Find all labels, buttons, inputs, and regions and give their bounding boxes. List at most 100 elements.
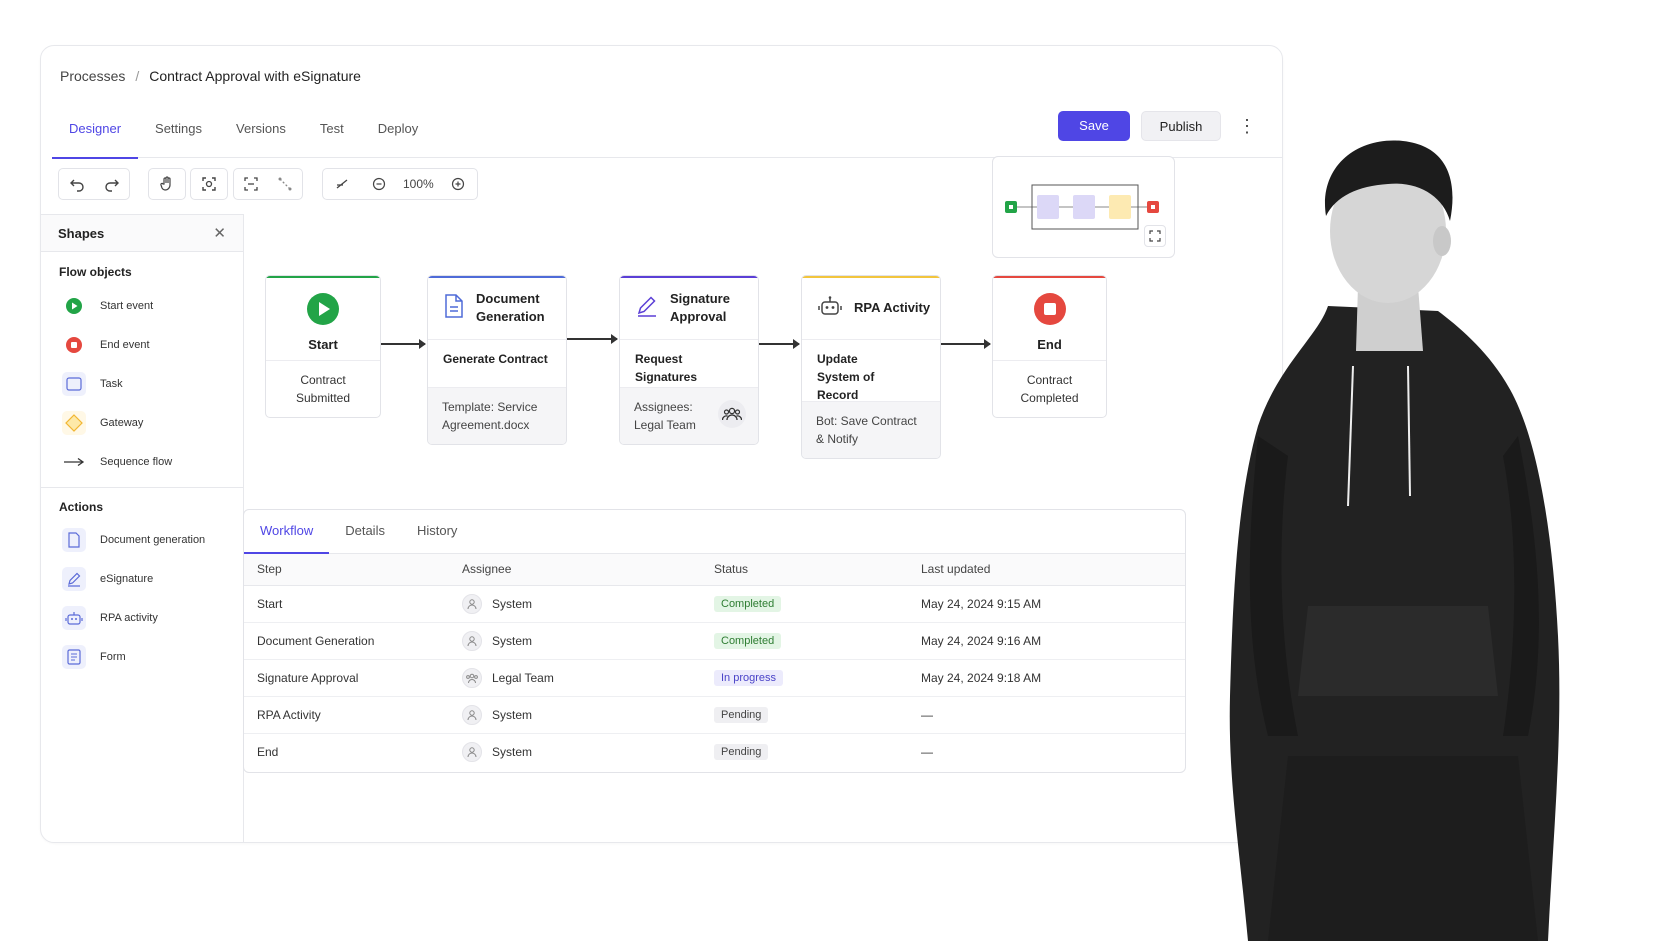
tab-designer[interactable]: Designer: [52, 112, 139, 159]
step-cell: Document Generation: [244, 622, 462, 660]
tab-settings[interactable]: Settings: [138, 112, 219, 158]
sidebar-item-gateway[interactable]: Gateway: [41, 403, 243, 442]
sidebar-item-label: Start event: [100, 299, 154, 312]
team-icon: [718, 400, 746, 428]
sidebar-item-sequence-flow[interactable]: Sequence flow: [41, 442, 243, 481]
document-icon: [444, 294, 464, 321]
start-icon: [266, 276, 380, 326]
pen-icon: [62, 566, 86, 591]
sidebar-item-rpa-activity[interactable]: RPA activity: [41, 598, 243, 637]
status-badge: Pending: [714, 743, 769, 760]
stop-icon: [993, 276, 1106, 326]
table-row[interactable]: Signature Approval Legal Team In progres…: [244, 659, 1185, 697]
tab-deploy[interactable]: Deploy: [361, 112, 435, 158]
node-body: Contract Completed: [1020, 373, 1079, 405]
step-cell: End: [257, 744, 279, 759]
table-row[interactable]: End System Pending —: [244, 733, 1185, 770]
history-tool-group: [58, 168, 130, 200]
node-header: RPA Activity: [802, 276, 940, 340]
node-document-generation[interactable]: Document Generation Generate Contract Te…: [427, 275, 567, 445]
node-title: Signature Approval: [670, 290, 730, 324]
sidebar-item-label: RPA activity: [100, 611, 158, 624]
node-end[interactable]: End Contract Completed: [992, 275, 1107, 418]
breadcrumb-processes-link[interactable]: Processes: [60, 68, 125, 84]
node-header: Document Generation: [428, 276, 566, 340]
sequence-flow-arrow[interactable]: [567, 334, 618, 344]
connector-icon[interactable]: [268, 169, 302, 199]
node-body: Update System of Record: [817, 352, 875, 402]
expand-icon[interactable]: [1144, 225, 1166, 247]
sequence-flow-arrow[interactable]: [381, 339, 426, 349]
table-row[interactable]: RPA Activity System Pending —: [244, 696, 1185, 734]
assignee-name: System: [492, 707, 533, 722]
workflow-table: Step Assignee Status Last updated Start …: [244, 554, 1185, 770]
sidebar-item-document-generation[interactable]: Document generation: [41, 520, 243, 559]
node-accent-bar: [993, 276, 1106, 278]
undo-icon[interactable]: [59, 169, 94, 199]
assignee-cell: System: [462, 704, 714, 725]
node-title: End: [1037, 336, 1062, 352]
column-header-last-updated[interactable]: Last updated: [921, 554, 1185, 586]
node-accent-bar: [428, 276, 566, 278]
sequence-flow-arrow[interactable]: [941, 339, 991, 349]
panel-tabs: Workflow Details History: [244, 510, 1185, 554]
sidebar-item-label: eSignature: [100, 572, 154, 585]
sidebar-item-task[interactable]: Task: [41, 364, 243, 403]
node-rpa-activity[interactable]: RPA Activity Update System of Record Bot…: [801, 275, 941, 459]
sidebar-header: Shapes ✕: [41, 214, 243, 252]
sidebar-item-start-event[interactable]: Start event: [41, 286, 243, 325]
close-icon[interactable]: ✕: [213, 224, 226, 242]
assignee-cell: System: [462, 593, 714, 614]
column-header-status[interactable]: Status: [714, 554, 921, 586]
node-footer: Bot: Save Contract & Notify: [802, 401, 940, 458]
last-updated-cell: —: [921, 696, 1185, 734]
select-frame-icon[interactable]: [234, 169, 268, 199]
tab-versions[interactable]: Versions: [219, 112, 303, 158]
publish-button[interactable]: Publish: [1141, 111, 1221, 141]
zoom-tool-group: 100%: [322, 168, 478, 200]
hand-icon[interactable]: [149, 169, 185, 199]
column-header-assignee[interactable]: Assignee: [462, 554, 714, 586]
sidebar-item-label: Form: [100, 650, 126, 663]
table-row[interactable]: Start System Completed May 24, 2024 9:15…: [244, 585, 1185, 623]
document-icon: [62, 527, 86, 552]
line-tool-icon[interactable]: [323, 169, 360, 199]
tab-workflow[interactable]: Workflow: [244, 510, 330, 554]
node-body: Request Signatures: [635, 352, 698, 384]
assignee-name: System: [492, 596, 533, 611]
arrow-right-icon: [62, 450, 86, 474]
node-accent-bar: [266, 276, 380, 278]
user-avatar-icon: [462, 704, 482, 725]
tab-details[interactable]: Details: [329, 510, 401, 553]
sequence-flow-arrow[interactable]: [759, 339, 800, 349]
minimap[interactable]: [992, 156, 1175, 258]
breadcrumb-separator: /: [135, 68, 140, 84]
hand-tool-group: [148, 168, 186, 200]
sidebar-item-form[interactable]: Form: [41, 637, 243, 676]
zoom-level[interactable]: 100%: [397, 177, 440, 191]
last-updated-cell: —: [921, 744, 933, 759]
redo-icon[interactable]: [94, 169, 129, 199]
tab-history[interactable]: History: [401, 510, 473, 553]
step-cell: RPA Activity: [244, 696, 462, 734]
zoom-in-icon[interactable]: [440, 169, 477, 199]
sidebar-title: Shapes: [58, 225, 105, 241]
sidebar-item-esignature[interactable]: eSignature: [41, 559, 243, 598]
save-button[interactable]: Save: [1058, 111, 1130, 141]
table-header-row: Step Assignee Status Last updated: [244, 554, 1185, 586]
node-signature-approval[interactable]: Signature Approval Request Signatures As…: [619, 275, 759, 445]
gateway-icon: [62, 410, 86, 435]
sidebar-item-end-event[interactable]: End event: [41, 325, 243, 364]
sidebar-item-label: End event: [100, 338, 150, 351]
node-start[interactable]: Start Contract Submitted: [265, 275, 381, 418]
zoom-out-icon[interactable]: [360, 169, 397, 199]
section-actions: Actions: [59, 500, 104, 514]
tab-test[interactable]: Test: [303, 112, 361, 158]
sidebar-item-label: Sequence flow: [100, 455, 173, 468]
column-header-step[interactable]: Step: [244, 554, 462, 586]
table-row[interactable]: Document Generation System Completed May…: [244, 622, 1185, 660]
assignee-name: System: [492, 744, 533, 759]
node-body: Generate Contract: [443, 352, 548, 366]
fit-to-screen-icon[interactable]: [191, 169, 227, 199]
step-cell: Start: [244, 585, 462, 623]
